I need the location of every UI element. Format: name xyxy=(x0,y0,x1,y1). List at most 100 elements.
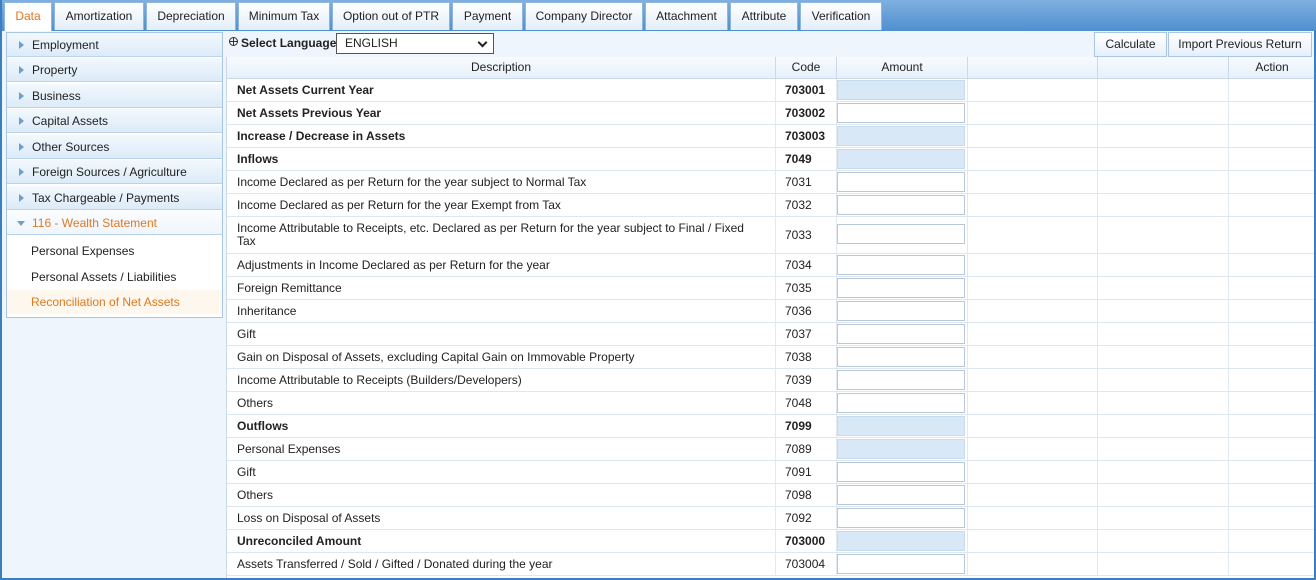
column-header-amount: Amount xyxy=(837,57,968,79)
row-description: Income Attributable to Receipts, etc. De… xyxy=(227,217,776,253)
row-description: Increase / Decrease in Assets xyxy=(227,125,776,147)
row-action-cell xyxy=(1229,553,1314,575)
chevron-right-icon xyxy=(19,66,24,74)
row-description: Income Attributable to Receipts (Builder… xyxy=(227,369,776,391)
amount-input[interactable] xyxy=(837,347,965,367)
row-action-cell xyxy=(1229,346,1314,368)
row-description-text: Personal Expenses xyxy=(237,441,341,456)
amount-input[interactable] xyxy=(837,255,965,275)
row-amount-cell xyxy=(837,346,968,368)
tab-depreciation[interactable]: Depreciation xyxy=(146,2,236,30)
row-code: 7036 xyxy=(776,300,837,322)
row-description: Outflows xyxy=(227,415,776,437)
tab-verification[interactable]: Verification xyxy=(800,2,882,30)
amount-input[interactable] xyxy=(837,508,965,528)
column-header-blank xyxy=(968,57,1098,79)
sidebar-item-tax-chargeable[interactable]: Tax Chargeable / Payments xyxy=(7,186,222,210)
sidebar-item-other-sources[interactable]: Other Sources xyxy=(7,135,222,159)
column-header-code: Code xyxy=(776,57,837,79)
row-description-text: Inheritance xyxy=(237,303,297,318)
row-blank-cell xyxy=(968,300,1098,322)
tab-company-director[interactable]: Company Director xyxy=(525,2,643,30)
row-code: 7037 xyxy=(776,323,837,345)
table-row: Foreign Remittance 7035 xyxy=(227,277,1314,300)
row-blank-cell xyxy=(968,148,1098,170)
amount-input[interactable] xyxy=(837,172,965,192)
row-blank-cell xyxy=(968,553,1098,575)
calculate-button[interactable]: Calculate xyxy=(1094,32,1167,57)
sidebar-subitem-personal-expenses[interactable]: Personal Expenses xyxy=(7,239,222,263)
row-code: 7099 xyxy=(776,415,837,437)
amount-input[interactable] xyxy=(837,393,965,413)
chevron-right-icon xyxy=(19,117,24,125)
sidebar-item-property[interactable]: Property xyxy=(7,58,222,82)
row-description: Assets Transferred / Sold / Gifted / Don… xyxy=(227,553,776,575)
amount-input[interactable] xyxy=(837,103,965,123)
table-row: Personal Expenses 7089 xyxy=(227,438,1314,461)
tab-minimum-tax[interactable]: Minimum Tax xyxy=(238,2,330,30)
row-blank-cell xyxy=(1098,217,1229,253)
sidebar-subitem-reconciliation[interactable]: Reconciliation of Net Assets xyxy=(7,290,222,314)
row-description-text: Outflows xyxy=(237,418,289,433)
sidebar-item-label: Property xyxy=(32,63,78,77)
sidebar-item-wealth-statement[interactable]: 116 - Wealth Statement xyxy=(7,211,222,235)
language-select[interactable]: ENGLISH xyxy=(336,33,494,54)
chevron-right-icon xyxy=(19,194,24,202)
sidebar-item-foreign-sources[interactable]: Foreign Sources / Agriculture xyxy=(7,160,222,184)
row-blank-cell xyxy=(968,392,1098,414)
amount-input[interactable] xyxy=(837,324,965,344)
row-code: 7035 xyxy=(776,277,837,299)
row-blank-cell xyxy=(968,438,1098,460)
row-description: Others xyxy=(227,484,776,506)
tab-attribute[interactable]: Attribute xyxy=(730,2,798,30)
row-code: 703002 xyxy=(776,102,837,124)
chevron-right-icon xyxy=(19,92,24,100)
row-amount-cell xyxy=(837,79,968,101)
chevron-right-icon xyxy=(19,143,24,151)
table-row: Gift 7091 xyxy=(227,461,1314,484)
row-action-cell xyxy=(1229,79,1314,101)
amount-input[interactable] xyxy=(837,554,965,574)
row-description-text: Loss on Disposal of Assets xyxy=(237,510,381,525)
amount-input[interactable] xyxy=(837,278,965,298)
row-code: 7048 xyxy=(776,392,837,414)
row-description: Net Assets Previous Year xyxy=(227,102,776,124)
amount-input[interactable] xyxy=(837,485,965,505)
sidebar-item-label: Other Sources xyxy=(32,140,110,154)
tab-option-out-of-ptr[interactable]: Option out of PTR xyxy=(332,2,450,30)
row-amount-cell xyxy=(837,507,968,529)
row-description: Gift xyxy=(227,461,776,483)
tab-amortization[interactable]: Amortization xyxy=(54,2,144,30)
sidebar-item-employment[interactable]: Employment xyxy=(7,33,222,57)
amount-input[interactable] xyxy=(837,301,965,321)
row-description-text: Income Attributable to Receipts, etc. De… xyxy=(237,221,744,248)
row-blank-cell xyxy=(968,277,1098,299)
amount-input[interactable] xyxy=(837,462,965,482)
row-blank-cell xyxy=(1098,171,1229,193)
amount-input[interactable] xyxy=(837,370,965,390)
row-description-text: Foreign Remittance xyxy=(237,280,342,295)
tab-attachment[interactable]: Attachment xyxy=(645,2,728,30)
row-amount-cell xyxy=(837,553,968,575)
row-action-cell xyxy=(1229,102,1314,124)
amount-input[interactable] xyxy=(837,195,965,215)
import-previous-return-button[interactable]: Import Previous Return xyxy=(1168,32,1312,57)
amount-input[interactable] xyxy=(837,224,965,244)
row-blank-cell xyxy=(1098,392,1229,414)
table-row: Loss on Disposal of Assets 7092 xyxy=(227,507,1314,530)
tab-payment[interactable]: Payment xyxy=(452,2,523,30)
row-code: 7089 xyxy=(776,438,837,460)
row-description-text: Gift xyxy=(237,326,256,341)
language-select-value: ENGLISH xyxy=(345,36,398,50)
table-row: Increase / Decrease in Assets 703003 xyxy=(227,125,1314,148)
row-amount-cell xyxy=(837,530,968,552)
tab-data[interactable]: Data xyxy=(4,2,52,31)
row-description-text: Others xyxy=(237,487,274,502)
column-header-description: Description xyxy=(227,57,776,79)
row-action-cell xyxy=(1229,530,1314,552)
row-blank-cell xyxy=(968,507,1098,529)
sidebar-item-business[interactable]: Business xyxy=(7,84,222,108)
sidebar-item-capital-assets[interactable]: Capital Assets xyxy=(7,109,222,133)
sidebar-subitem-personal-assets[interactable]: Personal Assets / Liabilities xyxy=(7,265,222,289)
row-code: 7032 xyxy=(776,194,837,216)
